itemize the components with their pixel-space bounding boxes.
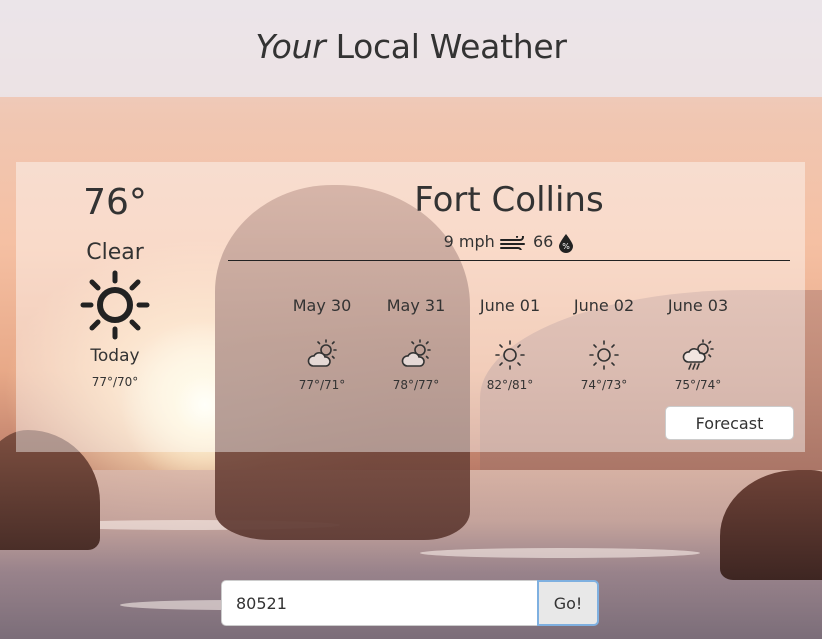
page: Your Local Weather 76° Clear Today 77°/7…: [0, 0, 822, 639]
forecast-temp-range: 78°/77°: [392, 378, 440, 392]
forecast-temp-range: 74°/73°: [580, 378, 628, 392]
forecast-day: June 02 74°/73°: [556, 296, 652, 392]
forecast-temp-range: 77°/71°: [298, 378, 346, 392]
current-temperature: 76°: [83, 182, 147, 223]
header: Your Local Weather: [0, 0, 822, 97]
forecast-button[interactable]: Forecast: [665, 406, 794, 440]
weather-panel: 76° Clear Today 77°/70° Fort Collins 9 m…: [16, 162, 805, 452]
sun-icon: [589, 340, 619, 370]
sun-icon: [495, 340, 525, 370]
forecast-day: May 31 78°/77°: [368, 296, 464, 392]
page-title: Your Local Weather: [0, 0, 822, 66]
forecast-day: June 03 75°/74°: [650, 296, 746, 392]
forecast-date: May 30: [292, 296, 352, 315]
partly-cloudy-day-icon: [401, 339, 431, 367]
forecast-date: June 03: [667, 296, 729, 315]
forecast-list: May 30 77°/71° May 31 78°/77° June 01 82…: [274, 296, 744, 406]
current-weather: 76° Clear Today 77°/70°: [16, 162, 214, 452]
svg-text:%: %: [563, 242, 571, 251]
divider: [228, 260, 790, 261]
sun-icon: [80, 270, 150, 340]
humidity-drop-icon: %: [559, 233, 574, 253]
wind-icon: [499, 235, 525, 250]
rain-sun-icon: [682, 339, 714, 370]
wind-humidity-row: 9 mph 66 %: [228, 232, 790, 253]
city-name: Fort Collins: [414, 180, 604, 220]
zip-search: Go!: [221, 580, 599, 626]
forecast-date: June 01: [479, 296, 541, 315]
humidity-value: 66: [532, 232, 554, 251]
forecast-day: May 30 77°/71°: [274, 296, 370, 392]
partly-cloudy-day-icon: [307, 339, 337, 367]
current-day-label: Today: [90, 346, 140, 366]
page-title-rest: Local Weather: [325, 27, 567, 66]
go-button[interactable]: Go!: [537, 580, 599, 626]
zip-code-input[interactable]: [221, 580, 537, 626]
wind-speed: 9 mph: [443, 232, 495, 251]
forecast-temp-range: 75°/74°: [674, 378, 722, 392]
forecast-day: June 01 82°/81°: [462, 296, 558, 392]
current-condition: Clear: [86, 240, 144, 265]
page-title-emphasis: Your: [255, 27, 326, 66]
current-temp-range: 77°/70°: [91, 375, 139, 389]
forecast-date: June 02: [573, 296, 635, 315]
forecast-date: May 31: [386, 296, 446, 315]
forecast-temp-range: 82°/81°: [486, 378, 534, 392]
background-foam: [420, 548, 700, 558]
